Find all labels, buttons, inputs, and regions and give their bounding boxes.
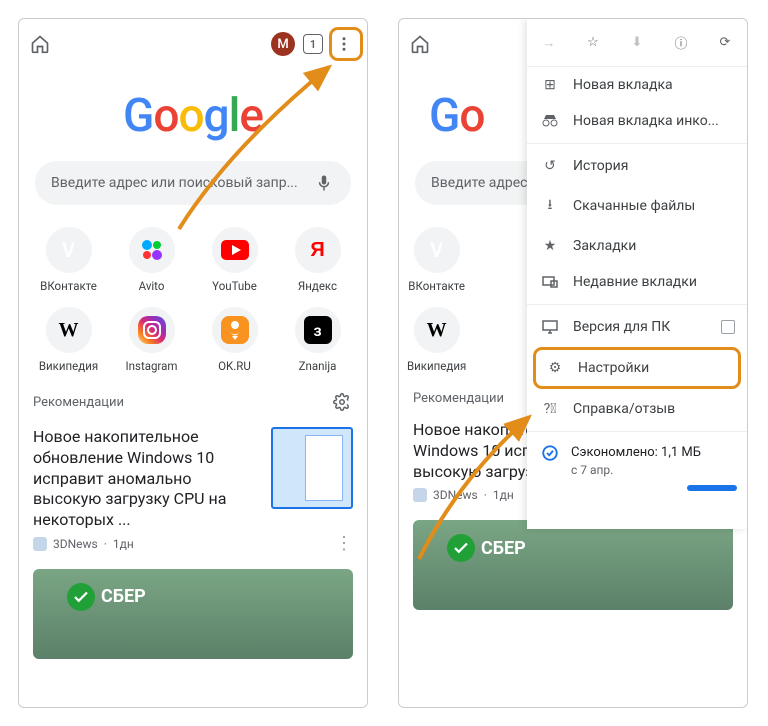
shortcut-yandex[interactable]: ЯЯндекс <box>276 227 359 293</box>
monitor-icon <box>541 320 559 334</box>
tutorial-arrow <box>169 59 349 243</box>
profile-avatar[interactable]: M <box>271 32 295 56</box>
news-age: 1дн <box>493 488 514 502</box>
gear-icon[interactable] <box>331 391 353 413</box>
mic-icon[interactable] <box>313 172 335 194</box>
shortcut-instagram[interactable]: Instagram <box>110 307 193 373</box>
reload-icon[interactable]: ⟳ <box>714 32 736 54</box>
menu-help[interactable]: ?⃝Справка/отзыв <box>527 391 747 427</box>
recommendations-header: Рекомендации <box>19 373 367 421</box>
overflow-menu-button[interactable] <box>331 31 357 57</box>
news-source: 3DNews <box>53 537 98 551</box>
search-placeholder: Введите адрес или поисковый запр... <box>51 175 313 191</box>
forward-icon[interactable]: → <box>538 32 560 54</box>
card-menu-icon[interactable]: ⋮ <box>335 540 353 547</box>
shortcut-wikipedia[interactable]: WВикипедия <box>27 307 110 373</box>
menu-downloads[interactable]: ⭳Скачанные файлы <box>527 184 747 228</box>
menu-settings[interactable]: ⚙Настройки <box>533 347 741 389</box>
shortcut-wikipedia[interactable]: WВикипедия <box>407 307 466 373</box>
incognito-icon <box>541 115 559 127</box>
shortcut-vkontakte[interactable]: VВКонтакте <box>407 227 466 293</box>
shortcut-avito[interactable]: Avito <box>110 227 193 293</box>
menu-recent-tabs[interactable]: Недавние вкладки <box>527 264 747 300</box>
download-check-icon: ⭳ <box>541 194 559 218</box>
news-card[interactable]: Новое накопительное обновление Windows 1… <box>19 421 367 561</box>
search-bar[interactable]: Введите адрес или поисковый запр... <box>35 161 351 205</box>
news-title: Новое накопительное обновление Windows 1… <box>33 427 261 531</box>
home-icon[interactable] <box>409 33 431 55</box>
help-icon: ?⃝ <box>541 401 559 417</box>
shortcut-ok-ru[interactable]: OK.RU <box>193 307 276 373</box>
google-logo: Google <box>19 89 367 143</box>
news-source: 3DNews <box>433 488 478 502</box>
menu-bookmarks[interactable]: ★Закладки <box>527 228 747 264</box>
history-icon: ↺ <box>541 158 559 174</box>
menu-new-tab[interactable]: ⊞Новая вкладка <box>527 67 747 103</box>
shortcut-znanija[interactable]: зZnanija <box>276 307 359 373</box>
info-icon[interactable]: ⓘ <box>670 32 692 54</box>
desktop-checkbox[interactable] <box>721 320 735 334</box>
data-saver-info[interactable]: Сэкономлено: 1,1 МБ с 7 апр. <box>527 436 747 483</box>
home-icon[interactable] <box>29 33 51 55</box>
plus-icon: ⊞ <box>541 77 559 93</box>
sber-card[interactable]: СБЕР <box>413 520 733 610</box>
sber-card[interactable]: СБЕР <box>33 569 353 659</box>
bookmark-star-icon[interactable]: ☆ <box>582 32 604 54</box>
sber-logo-icon <box>447 534 475 562</box>
shortcut-vkontakte[interactable]: VВКонтакте <box>27 227 110 293</box>
devices-icon <box>541 276 559 288</box>
topbar: M 1 <box>19 19 367 69</box>
news-thumbnail <box>271 427 353 509</box>
source-icon <box>413 488 427 502</box>
gear-icon: ⚙ <box>546 360 564 376</box>
phone-left: M 1 Google Введите адрес или поисковый з… <box>18 18 368 708</box>
news-age: 1дн <box>113 537 134 551</box>
shortcut-youtube[interactable]: YouTube <box>193 227 276 293</box>
data-saver-bar <box>687 485 737 491</box>
menu-incognito[interactable]: Новая вкладка инко... <box>527 103 747 139</box>
phone-right: Go Введите адрес или поисковый запр... V… <box>398 18 748 708</box>
star-filled-icon: ★ <box>541 238 559 254</box>
source-icon <box>33 537 47 551</box>
sber-logo-icon <box>67 583 95 611</box>
data-saver-icon <box>541 444 559 466</box>
menu-history[interactable]: ↺История <box>527 148 747 184</box>
tab-switcher[interactable]: 1 <box>303 34 323 54</box>
shortcuts-grid: VВКонтакте Avito YouTube ЯЯндекс WВикипе… <box>19 227 367 373</box>
menu-toolbar: → ☆ ⬇ ⓘ ⟳ <box>527 19 747 67</box>
menu-desktop-site[interactable]: Версия для ПК <box>527 309 747 345</box>
overflow-menu: → ☆ ⬇ ⓘ ⟳ ⊞Новая вкладка Новая вкладка и… <box>527 19 747 529</box>
download-icon[interactable]: ⬇ <box>626 32 648 54</box>
